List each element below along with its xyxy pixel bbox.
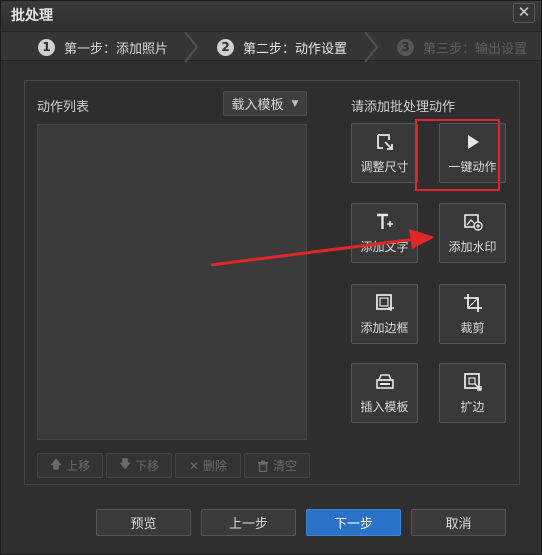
- text-add-icon: [376, 213, 393, 229]
- move-up-button[interactable]: 🡅 上移: [37, 453, 103, 478]
- load-template-dropdown[interactable]: 载入模板 ▼: [223, 91, 307, 116]
- chevron-right-icon: [184, 32, 199, 62]
- watermark-icon: [463, 213, 483, 231]
- window-title: 批处理: [11, 8, 53, 24]
- expand-edge-button[interactable]: 扩边: [439, 363, 506, 423]
- previous-step-button[interactable]: 上一步: [201, 509, 296, 536]
- clear-label: 清空: [272, 459, 297, 473]
- next-step-button[interactable]: 下一步: [306, 509, 401, 536]
- step-3-number: 3: [397, 38, 414, 56]
- title-bar[interactable]: 批处理 ✕: [1, 1, 541, 27]
- insert-template-button[interactable]: 插入模板: [351, 363, 418, 423]
- batch-dialog: 批处理 ✕ 1 第一步：添加照片 2 第二步：动作设置 3 第三步：输出设置 动…: [0, 0, 542, 555]
- move-down-button[interactable]: 🡇 下移: [106, 453, 172, 478]
- arrow-up-icon: 🡅: [49, 457, 63, 471]
- cancel-button[interactable]: 取消: [411, 509, 506, 536]
- delete-button[interactable]: ✕ 删除: [175, 453, 241, 478]
- step-3-label: 第三步：输出设置: [423, 41, 528, 57]
- trash-icon: [257, 460, 268, 472]
- list-tools: 🡅 上移 🡇 下移 ✕ 删除 清空: [37, 453, 310, 478]
- crop-button[interactable]: 裁剪: [439, 284, 506, 344]
- step-1-number: 1: [38, 38, 55, 56]
- x-icon: ✕: [188, 458, 200, 473]
- insert-template-label: 插入模板: [360, 399, 409, 414]
- step-1-label: 第一步：添加照片: [64, 41, 169, 57]
- highlight-box: [415, 119, 500, 191]
- add-action-title: 请添加批处理动作: [351, 100, 456, 115]
- template-insert-icon: [375, 373, 394, 389]
- chevron-right-icon: [364, 32, 379, 62]
- delete-label: 删除: [203, 459, 228, 473]
- add-watermark-button[interactable]: 添加水印: [439, 203, 506, 263]
- resize-label: 调整尺寸: [360, 159, 409, 174]
- add-text-label: 添加文字: [360, 239, 409, 254]
- frame-add-icon: [375, 293, 394, 311]
- clear-button[interactable]: 清空: [244, 453, 310, 478]
- crop-icon: [463, 293, 482, 312]
- step-1[interactable]: 1 第一步：添加照片: [38, 32, 168, 62]
- arrow-down-icon: 🡇: [118, 457, 132, 471]
- add-frame-button[interactable]: 添加边框: [351, 284, 418, 344]
- step-2[interactable]: 2 第二步：动作设置: [217, 32, 347, 62]
- load-template-label: 载入模板: [231, 98, 284, 113]
- chevron-down-icon: ▼: [291, 98, 299, 109]
- preview-button[interactable]: 预览: [96, 509, 191, 536]
- move-down-label: 下移: [135, 459, 160, 473]
- close-button[interactable]: ✕: [513, 3, 535, 23]
- step-2-label: 第二步：动作设置: [243, 41, 348, 57]
- move-up-label: 上移: [66, 459, 91, 473]
- step-3[interactable]: 3 第三步：输出设置: [397, 32, 527, 62]
- add-watermark-label: 添加水印: [448, 239, 497, 254]
- resize-button[interactable]: 调整尺寸: [351, 123, 418, 183]
- action-list-title: 动作列表: [37, 100, 90, 115]
- crop-label: 裁剪: [460, 320, 485, 335]
- add-frame-label: 添加边框: [360, 320, 409, 335]
- step-2-number: 2: [217, 38, 234, 56]
- add-text-button[interactable]: 添加文字: [351, 203, 418, 263]
- expand-edge-icon: [463, 372, 482, 391]
- step-indicator: 1 第一步：添加照片 2 第二步：动作设置 3 第三步：输出设置: [1, 31, 541, 62]
- resize-icon: [376, 133, 393, 150]
- expand-edge-label: 扩边: [460, 399, 485, 414]
- action-list[interactable]: [37, 124, 307, 440]
